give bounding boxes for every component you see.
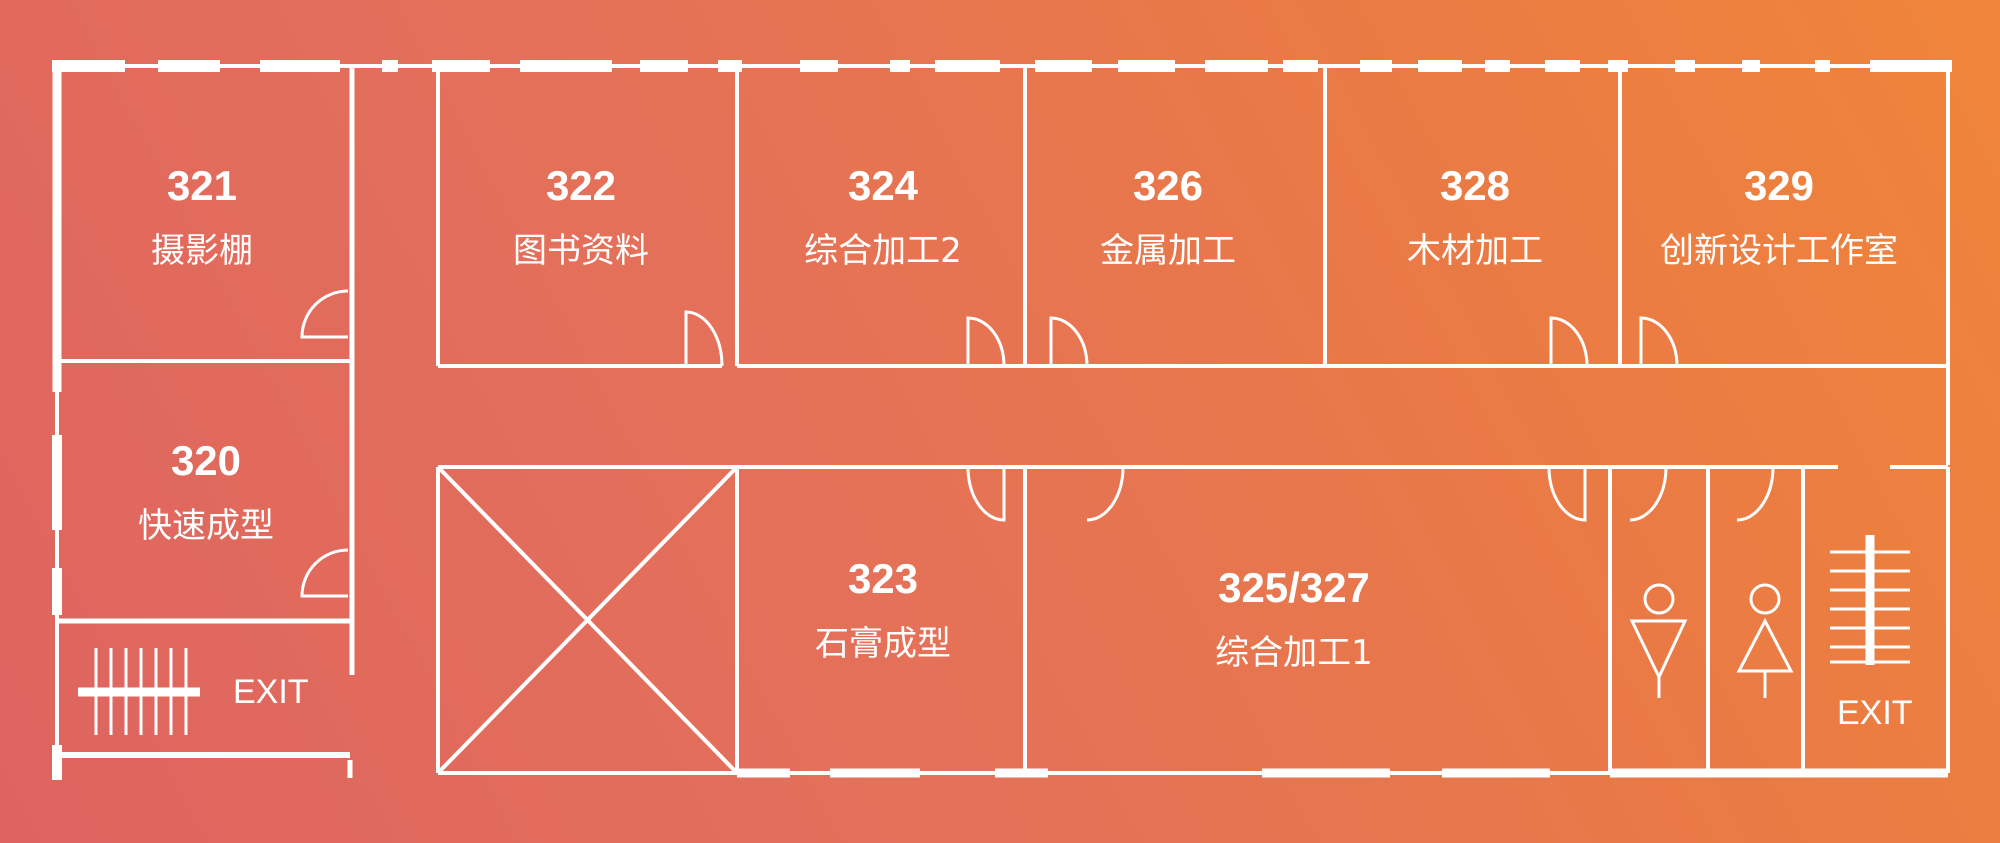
room-name: 金属加工 bbox=[1100, 231, 1236, 271]
room-name: 摄影棚 bbox=[151, 231, 253, 271]
room-326: 326 金属加工 bbox=[1100, 162, 1236, 272]
male-restroom-icon bbox=[1629, 583, 1688, 698]
room-323: 323 石膏成型 bbox=[815, 555, 951, 665]
room-number: 323 bbox=[847, 555, 919, 602]
stairs-icon bbox=[78, 648, 200, 735]
room-320: 320 快速成型 bbox=[138, 437, 274, 547]
room-number: 328 bbox=[1439, 162, 1511, 209]
room-324: 324 综合加工2 bbox=[804, 162, 962, 272]
exit-label-right: EXIT bbox=[1837, 694, 1913, 732]
stairs-icon bbox=[1830, 535, 1910, 665]
room-number: 324 bbox=[847, 162, 919, 209]
room-name: 快速成型 bbox=[138, 506, 274, 546]
room-number: 325/327 bbox=[1218, 564, 1370, 611]
room-number: 326 bbox=[1132, 162, 1204, 209]
room-322: 322 图书资料 bbox=[513, 162, 649, 272]
room-325-327: 325/327 综合加工1 bbox=[1215, 564, 1373, 674]
exit-label-left: EXIT bbox=[233, 673, 309, 711]
room-number: 320 bbox=[170, 437, 242, 484]
room-321: 321 摄影棚 bbox=[151, 162, 253, 272]
room-328: 328 木材加工 bbox=[1407, 162, 1543, 272]
door-swing-icon bbox=[300, 289, 1775, 598]
room-name: 石膏成型 bbox=[815, 624, 951, 664]
room-name: 木材加工 bbox=[1407, 231, 1543, 271]
room-number: 329 bbox=[1743, 162, 1815, 209]
room-name: 综合加工1 bbox=[1215, 633, 1373, 673]
room-name: 创新设计工作室 bbox=[1660, 231, 1898, 271]
floor-plan bbox=[52, 60, 1952, 780]
room-name: 综合加工2 bbox=[804, 231, 962, 271]
room-name: 图书资料 bbox=[513, 231, 649, 271]
room-number: 321 bbox=[166, 162, 238, 209]
bottom-row-walls bbox=[436, 465, 1950, 775]
elevator-shaft-icon bbox=[436, 465, 739, 775]
room-number: 322 bbox=[545, 162, 617, 209]
room-329: 329 创新设计工作室 bbox=[1660, 162, 1898, 272]
female-restroom-icon bbox=[1736, 583, 1794, 698]
